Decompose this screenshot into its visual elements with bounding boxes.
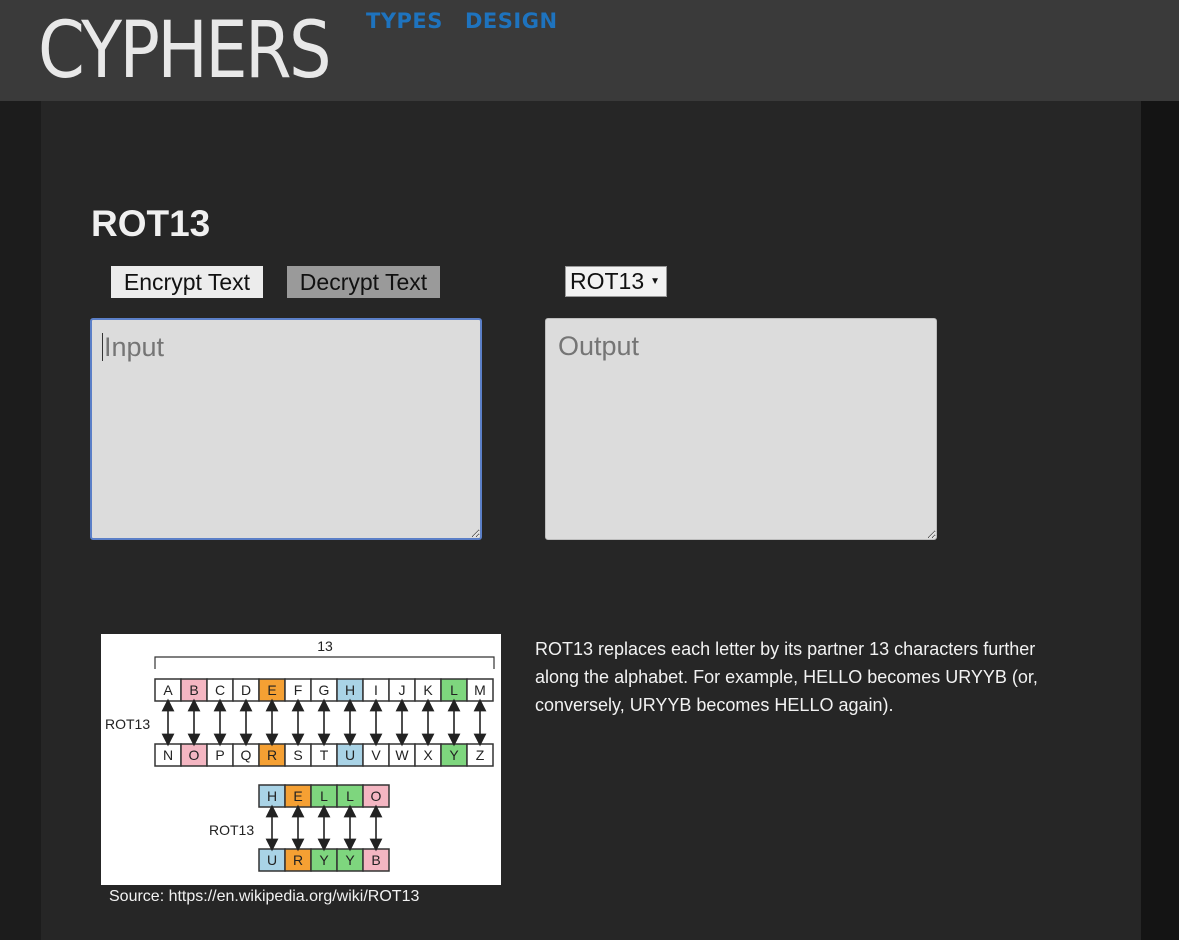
bottom-letter-letter: U: [345, 747, 355, 763]
rot-label-top: ROT13: [105, 716, 150, 732]
top-letter-letter: B: [189, 682, 198, 698]
plain-letter-letter: E: [293, 788, 302, 804]
nav-design-link[interactable]: DESIGN: [465, 9, 558, 33]
top-letter-letter: F: [294, 682, 303, 698]
bottom-letter-letter: X: [423, 747, 433, 763]
shift-bracket: [154, 656, 495, 669]
encrypt-button[interactable]: Encrypt Text: [111, 266, 263, 298]
top-letter-letter: J: [399, 682, 406, 698]
plain-letter-letter: L: [346, 788, 354, 804]
nav-types-link[interactable]: TYPES: [366, 9, 443, 33]
cipher-letter-letter: Y: [319, 852, 329, 868]
page-title: ROT13: [91, 203, 211, 244]
cipher-letter-letter: B: [371, 852, 380, 868]
top-letter-letter: A: [163, 682, 173, 698]
plain-letter-letter: H: [267, 788, 277, 804]
page-gutter-right: [1141, 101, 1179, 940]
bottom-letter-letter: W: [395, 747, 409, 763]
top-letter-letter: D: [241, 682, 251, 698]
image-source-caption: Source: https://en.wikipedia.org/wiki/RO…: [109, 888, 420, 905]
description-text: ROT13 replaces each letter by its partne…: [535, 639, 1038, 715]
top-letter-letter: H: [345, 682, 355, 698]
top-letter-letter: M: [474, 682, 486, 698]
rot13-diagram-svg: 13 ROT13 ROT13 A B C D E F G H I J K L MN O P Q R S T U V W X Y…: [105, 638, 495, 872]
bottom-letter-letter: T: [320, 747, 329, 763]
bottom-letter-letter: P: [215, 747, 224, 763]
top-letter-letter: C: [215, 682, 225, 698]
top-letter-letter: E: [267, 682, 276, 698]
plain-letter-letter: O: [371, 788, 382, 804]
bottom-letter-letter: R: [267, 747, 277, 763]
bottom-letter-letter: V: [371, 747, 381, 763]
decrypt-button[interactable]: Decrypt Text: [287, 266, 440, 298]
bottom-letter-letter: Q: [241, 747, 252, 763]
rot-label-bottom: ROT13: [209, 822, 254, 838]
cipher-letter-letter: Y: [345, 852, 355, 868]
bottom-letter-letter: Z: [476, 747, 485, 763]
rot13-diagram: 13 ROT13 ROT13 ABCDEFGHIJKLMNOPQRSTUVWXY…: [101, 634, 501, 885]
dropdown-arrow-icon: ▼: [650, 276, 660, 287]
top-letter-letter: K: [423, 682, 433, 698]
input-textarea[interactable]: [90, 318, 482, 540]
cipher-letter-letter: R: [293, 852, 303, 868]
plain-letter-letter: L: [320, 788, 328, 804]
bottom-letter-letter: S: [293, 747, 302, 763]
top-letter-letter: L: [450, 682, 458, 698]
page-gutter-left: [0, 101, 41, 940]
cipher-select-value: ROT13: [570, 268, 645, 294]
top-letter-letter: G: [319, 682, 330, 698]
site-logo[interactable]: CYPHERS: [38, 8, 332, 94]
text-caret: [102, 333, 103, 361]
bottom-letter-letter: Y: [449, 747, 459, 763]
top-bar: CYPHERS TYPES DESIGN: [0, 0, 1179, 101]
bottom-letter-letter: O: [189, 747, 200, 763]
bottom-letter-letter: N: [163, 747, 173, 763]
cipher-select[interactable]: ROT13 ▼: [565, 266, 667, 297]
top-letter-letter: I: [374, 682, 378, 698]
shift-label: 13: [317, 638, 333, 654]
output-textarea[interactable]: [545, 318, 937, 540]
cipher-letter-letter: U: [267, 852, 277, 868]
